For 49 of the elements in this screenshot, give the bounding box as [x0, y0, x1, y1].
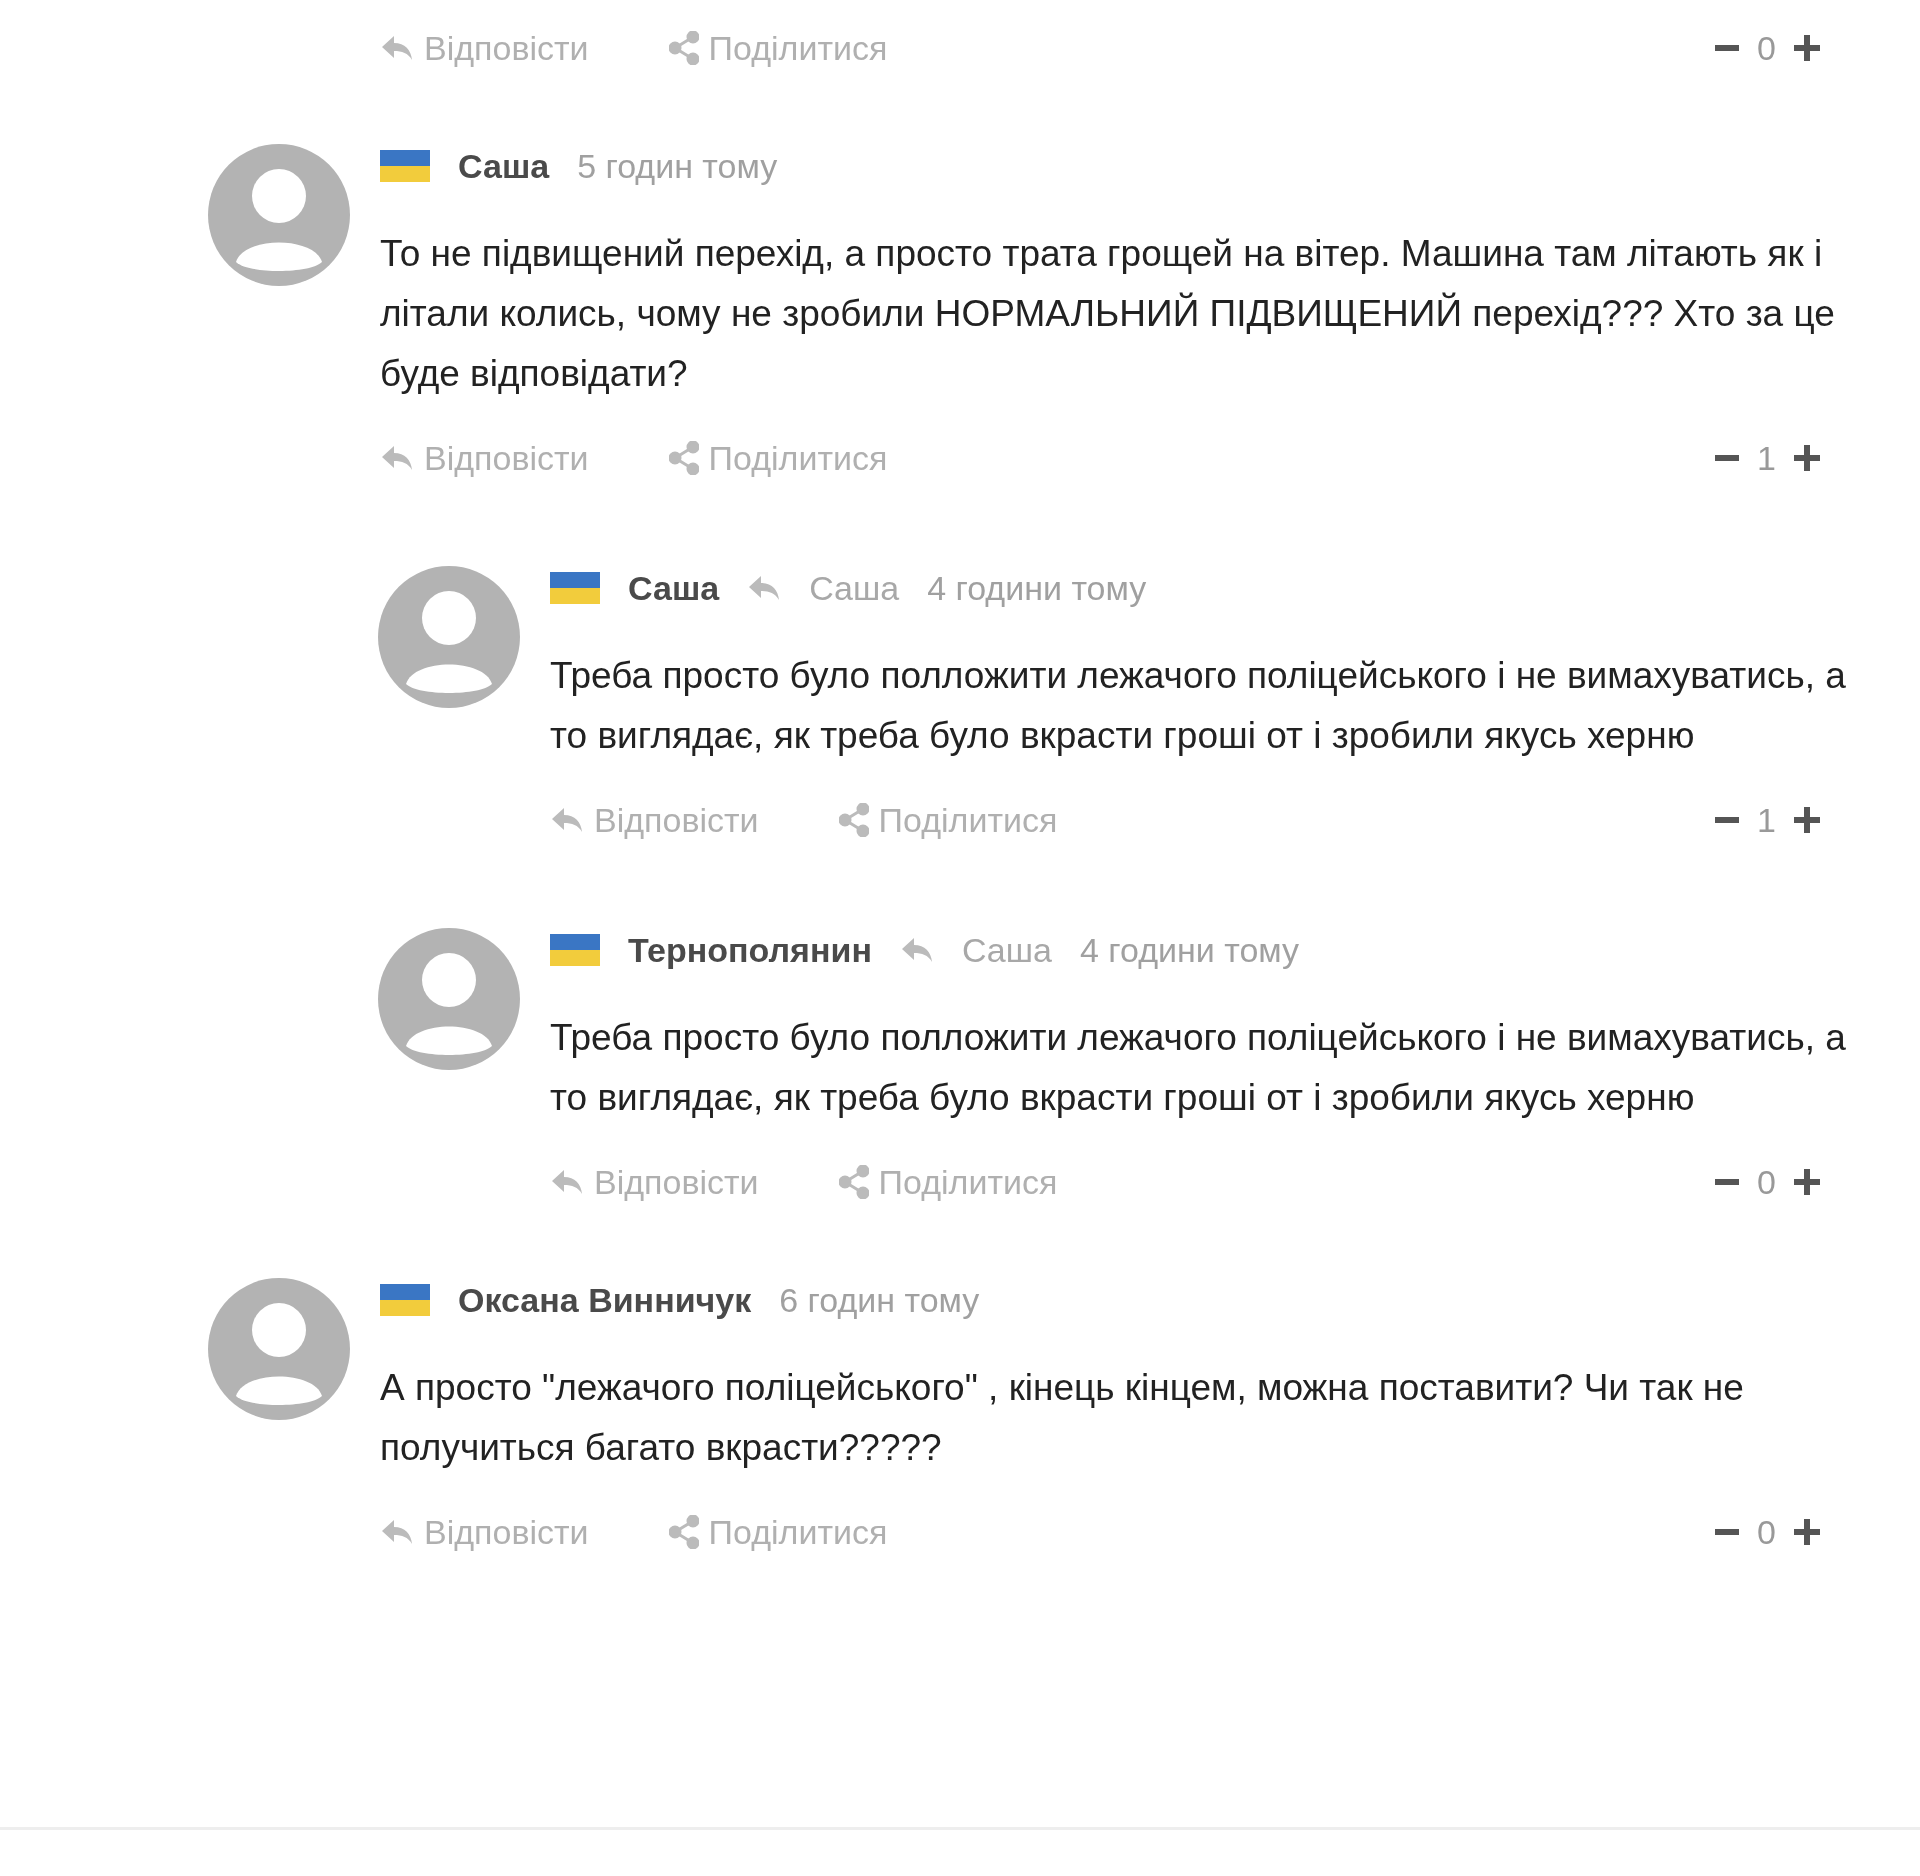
share-icon — [668, 31, 699, 65]
share-icon — [668, 441, 699, 475]
reply-icon — [380, 34, 414, 62]
comment-time: 6 годин тому — [779, 1280, 980, 1321]
reply-button[interactable]: Відповісти — [380, 432, 589, 484]
comment-time: 5 годин тому — [577, 146, 778, 187]
downvote-button[interactable] — [1715, 1529, 1740, 1535]
vote-count: 0 — [1757, 27, 1776, 69]
downvote-button[interactable] — [1715, 817, 1740, 823]
downvote-button[interactable] — [1715, 455, 1740, 461]
downvote-button[interactable] — [1715, 1179, 1740, 1185]
author-name: Оксана Винничук — [458, 1280, 752, 1321]
reply-to-name: Саша — [809, 568, 900, 609]
downvote-button[interactable] — [1715, 45, 1740, 51]
reply-to-name: Саша — [961, 930, 1052, 971]
vote-count: 1 — [1757, 437, 1776, 479]
comment-text: Треба просто було полложити лежачого поліцейського і не вимахуватись, а то виглядає, як треба було вкрасти гроші от і зробили якусь херню — [550, 1016, 1847, 1120]
comment-time: 4 години тому — [1079, 930, 1300, 971]
vote-count: 1 — [1757, 799, 1776, 841]
flag-icon — [550, 934, 600, 966]
flag-icon — [380, 150, 430, 182]
vote-count: 0 — [1757, 1511, 1776, 1553]
reply-icon — [550, 806, 584, 834]
share-button[interactable]: Поділитися — [838, 794, 1058, 846]
share-button[interactable]: Поділитися — [668, 22, 888, 74]
share-icon — [838, 1165, 869, 1199]
flag-icon — [550, 572, 600, 604]
flag-icon — [380, 1284, 430, 1316]
reply-button[interactable]: Відповісти — [550, 794, 759, 846]
share-button[interactable]: Поділитися — [838, 1156, 1058, 1208]
reply-button[interactable]: Відповісти — [380, 1506, 589, 1558]
comment-time: 4 години тому — [927, 568, 1147, 609]
author-name: Саша — [458, 146, 550, 187]
share-button[interactable]: Поділитися — [668, 432, 888, 484]
share-icon — [838, 803, 869, 837]
comment-text: То не підвищений перехід, а просто трата грощей на вітер. Машина там літають як і літали колись, чому не зробили НОРМАЛЬНИЙ ПІДВИЩЕНИЙ перехід??? Хто за це буде відповідати? — [380, 232, 1836, 396]
comment-text: Треба просто було полложити лежачого поліцейського і не вимахуватись, а то виглядає, як треба було вкрасти гроші от і зробили якусь херню — [550, 654, 1847, 758]
author-name: Тернополянин — [628, 930, 872, 971]
vote-count: 0 — [1757, 1161, 1776, 1203]
reply-button[interactable]: Відповісти — [380, 22, 589, 74]
author-name: Саша — [628, 568, 720, 609]
reply-icon — [380, 1518, 414, 1546]
reply-button[interactable]: Відповісти — [550, 1156, 759, 1208]
share-button[interactable]: Поділитися — [668, 1506, 888, 1558]
comment-text: А просто "лежачого поліцейського" , кінець кінцем, можна поставити? Чи так не получиться багато вкрасти????? — [380, 1366, 1745, 1470]
reply-to-icon — [747, 574, 782, 602]
share-icon — [668, 1515, 699, 1549]
reply-icon — [380, 444, 414, 472]
reply-icon — [550, 1168, 584, 1196]
